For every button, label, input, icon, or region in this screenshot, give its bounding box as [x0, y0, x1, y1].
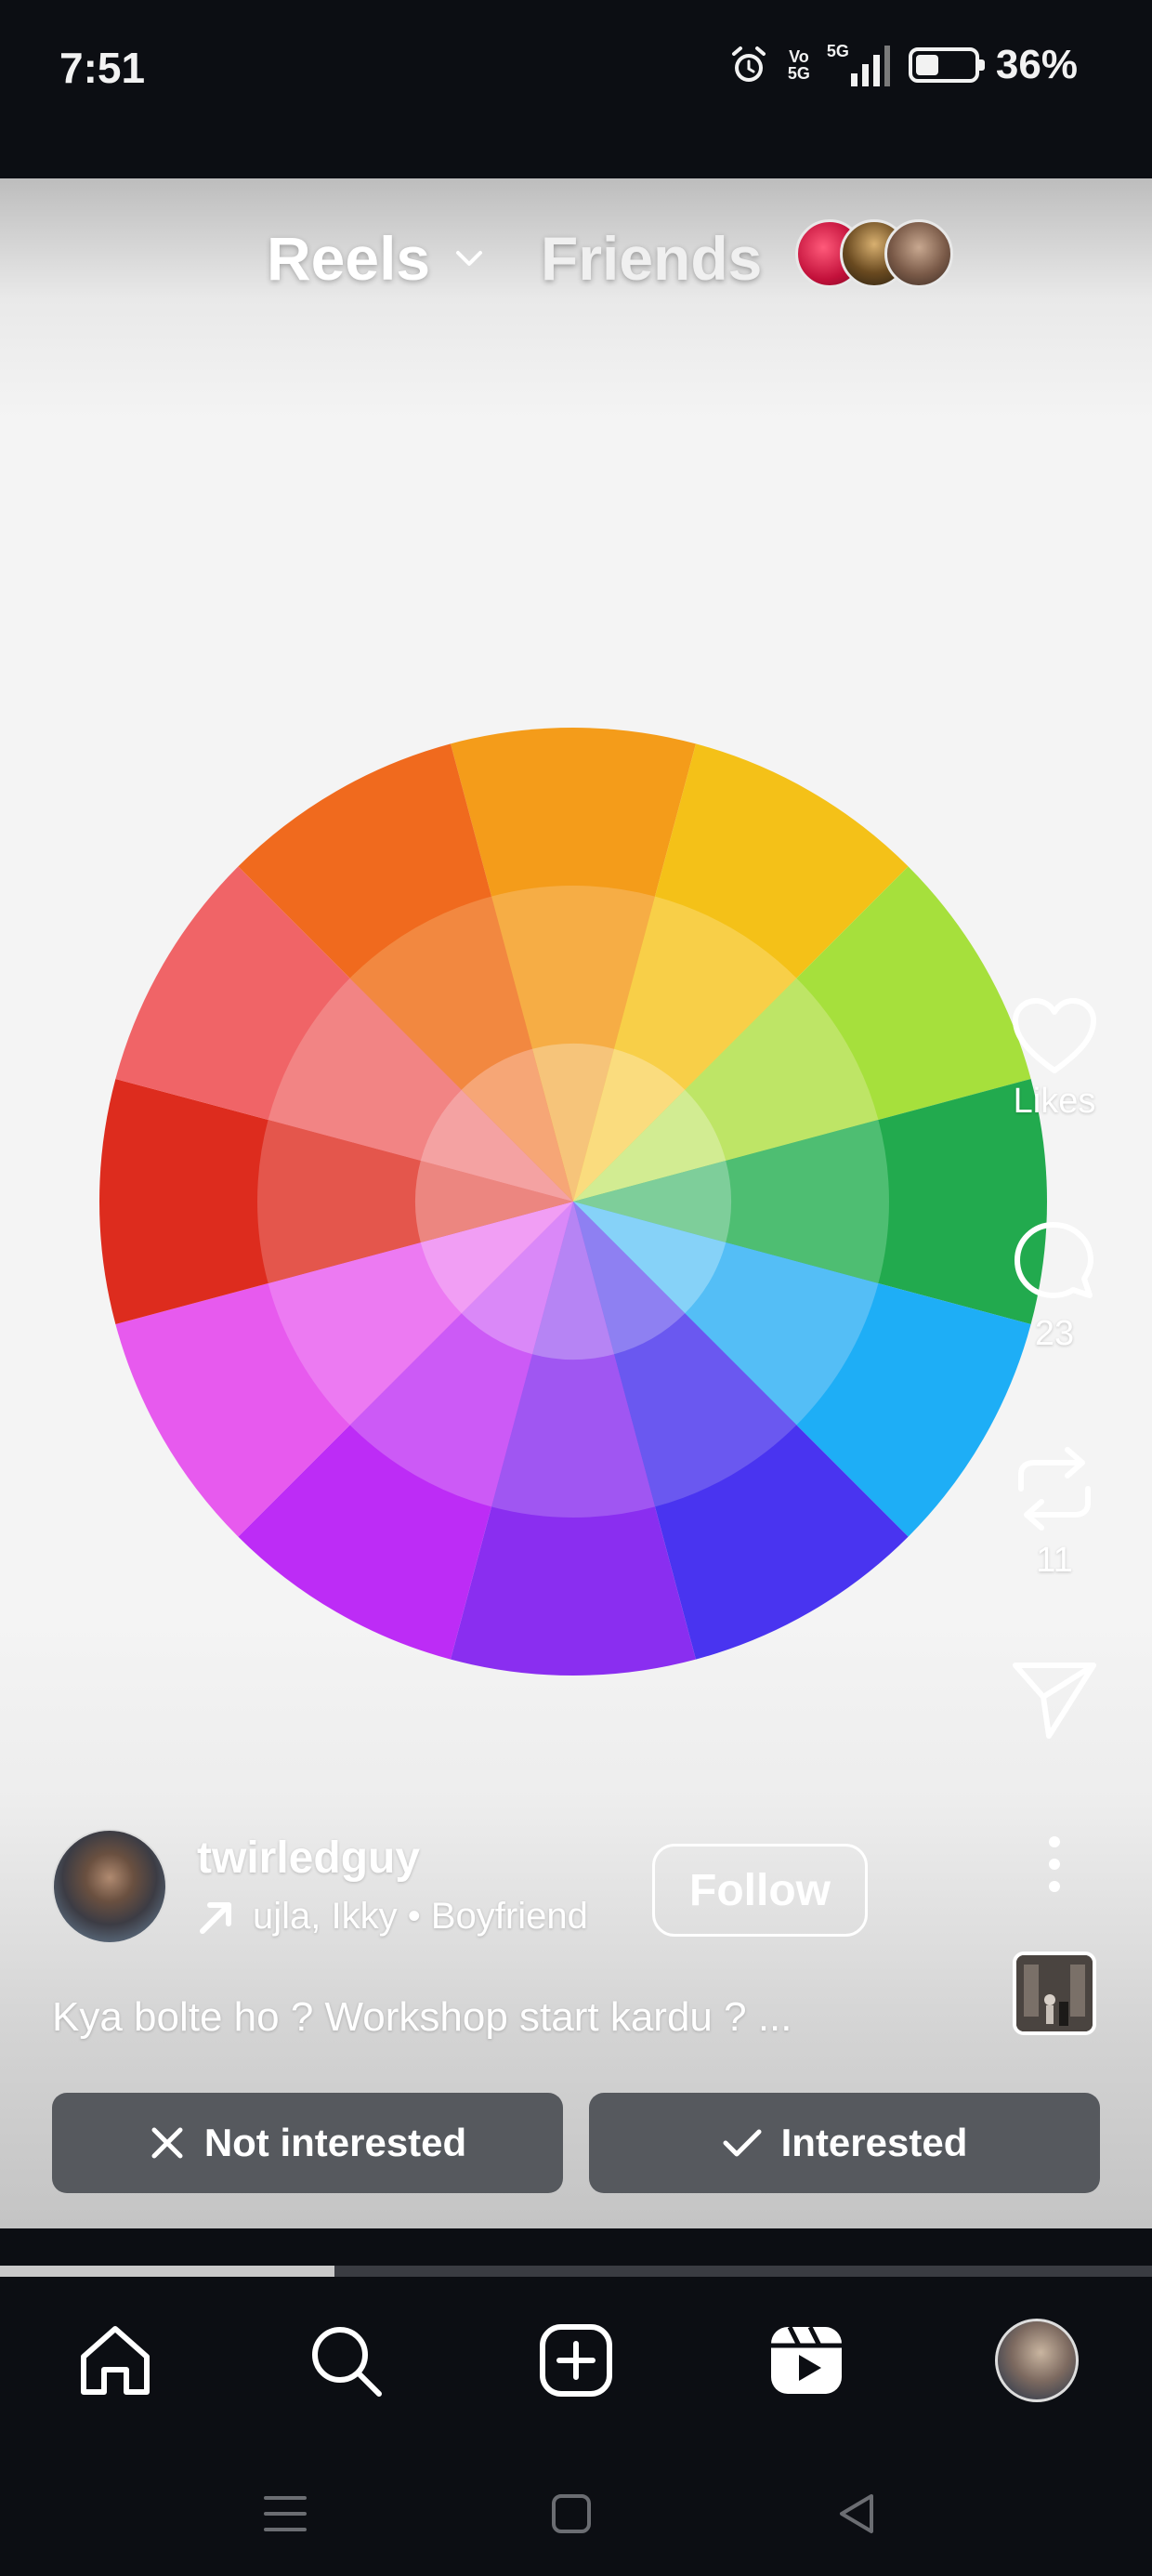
friend-avatar [884, 219, 953, 288]
color-wheel-image [99, 728, 1047, 1676]
recents-button[interactable] [253, 2481, 318, 2546]
friends-avatars[interactable] [795, 219, 962, 290]
audio-thumbnail[interactable] [1013, 1952, 1096, 2035]
reel-header: Reels Friends [0, 197, 1152, 299]
battery-icon [908, 47, 985, 83]
reposts-count: 11 [1036, 1541, 1073, 1580]
chevron-down-icon [456, 251, 483, 266]
interested-label: Interested [780, 2121, 968, 2164]
add-post-icon[interactable] [537, 2321, 615, 2399]
status-icons: Vo 5G 5G 36% [727, 37, 1078, 93]
likes-label: Likes [1013, 1082, 1096, 1121]
audio-thumbnail-image [1016, 1955, 1093, 2031]
nav-home[interactable] [69, 2314, 162, 2407]
audio-info[interactable]: ujla, Ikky • Boyfriend [197, 1896, 588, 1938]
repost-action[interactable]: 11 [1003, 1442, 1106, 1581]
nav-create[interactable] [530, 2314, 622, 2407]
comments-count: 23 [1034, 1314, 1075, 1353]
comment-icon[interactable] [1010, 1219, 1099, 1308]
bottom-navigation [0, 2277, 1152, 2444]
home-button[interactable] [539, 2481, 604, 2546]
nav-profile[interactable] [990, 2314, 1083, 2407]
tab-reels-label: Reels [267, 224, 431, 293]
comment-action[interactable]: 23 [1003, 1219, 1106, 1354]
profile-avatar[interactable] [995, 2319, 1079, 2402]
nav-reels[interactable] [760, 2314, 853, 2407]
arrow-up-right-icon [200, 1901, 231, 1934]
like-action[interactable]: Likes [1003, 996, 1106, 1122]
menu-lines-icon[interactable] [262, 2492, 308, 2535]
tab-friends[interactable]: Friends [541, 223, 762, 294]
audio-title: ujla, Ikky • Boyfriend [253, 1896, 588, 1937]
volte-indicator: Vo 5G [787, 47, 810, 83]
send-icon[interactable] [1010, 1658, 1099, 1741]
more-options[interactable] [1003, 1833, 1106, 1898]
tab-reels[interactable]: Reels [267, 223, 488, 294]
square-icon[interactable] [550, 2492, 593, 2535]
repost-icon[interactable] [1010, 1442, 1099, 1535]
battery-fill [915, 55, 939, 75]
playback-progress-bar[interactable] [0, 2266, 1152, 2277]
alarm-icon [731, 46, 766, 82]
not-interested-button[interactable]: Not interested [52, 2093, 563, 2193]
battery-percent: 36% [995, 42, 1078, 87]
author-username[interactable]: twirledguy [197, 1833, 420, 1884]
status-bar: 7:51 Vo 5G 5G 36% [0, 0, 1152, 178]
system-navigation [0, 2453, 1152, 2576]
search-icon[interactable] [307, 2321, 385, 2399]
reels-icon[interactable] [767, 2321, 845, 2399]
checkmark-icon [723, 2129, 762, 2157]
nav-search[interactable] [299, 2314, 392, 2407]
share-action[interactable] [1003, 1658, 1106, 1741]
more-vertical-icon[interactable] [1036, 1833, 1073, 1898]
not-interested-label: Not interested [203, 2121, 467, 2164]
follow-button[interactable]: Follow [652, 1844, 868, 1937]
status-time: 7:51 [59, 44, 146, 92]
close-icon [151, 2127, 183, 2159]
playback-progress-fill [0, 2266, 334, 2277]
interested-button[interactable]: Interested [589, 2093, 1100, 2193]
back-triangle-icon[interactable] [834, 2491, 877, 2537]
signal-indicator: 5G [827, 42, 892, 88]
home-icon[interactable] [76, 2321, 154, 2399]
heart-icon[interactable] [1010, 996, 1099, 1076]
author-avatar[interactable] [52, 1829, 167, 1944]
signal-bars-icon [850, 46, 890, 86]
back-button[interactable] [823, 2481, 888, 2546]
reel-caption[interactable]: Kya bolte ho ? Workshop start kardu ? ..… [52, 1994, 792, 2041]
